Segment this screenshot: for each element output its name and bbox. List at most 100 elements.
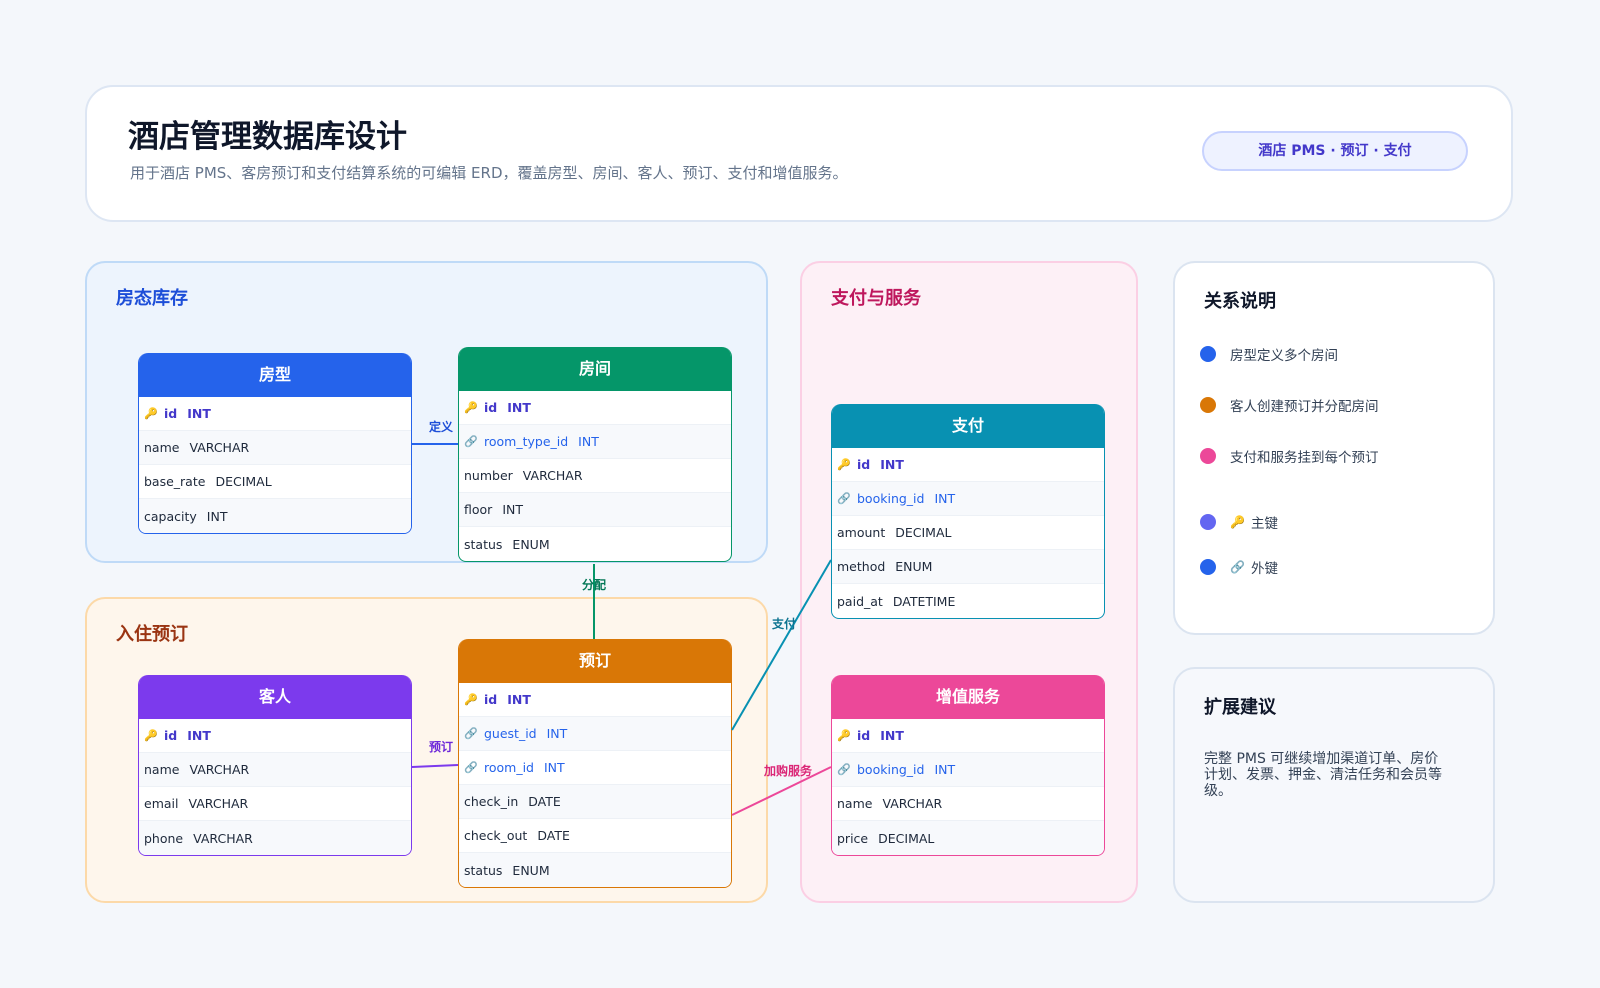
field-type: DATETIME <box>892 593 956 609</box>
field-name: capacity <box>144 508 197 524</box>
key-icon: 🔑 <box>837 729 851 742</box>
field-row: paid_at DATETIME <box>832 584 1104 618</box>
legend-dot <box>1200 448 1216 464</box>
field-row: status ENUM <box>459 527 731 561</box>
field-row: amount DECIMAL <box>832 516 1104 550</box>
field-type: ENUM <box>895 559 933 574</box>
field-name: number <box>464 468 513 483</box>
key-icon: 🔑 <box>1230 515 1245 529</box>
field-row: floor INT <box>459 493 731 527</box>
field-row: base_rate DECIMAL <box>139 465 411 499</box>
link-icon: 🔗 <box>837 763 851 776</box>
group-title-inventory: 房态库存 <box>116 288 188 309</box>
key-icon: 🔑 <box>837 458 851 471</box>
field-type: INT <box>578 434 599 449</box>
field-name: email <box>144 796 179 811</box>
entity-booking[interactable]: 预订 🔑 id INT 🔗 guest_id INT 🔗 room_id INT… <box>458 639 732 888</box>
entity-title-service: 增值服务 <box>832 675 1104 719</box>
field-name: booking_id <box>857 762 925 777</box>
entity-title-room-type: 房型 <box>139 353 411 397</box>
entity-guest[interactable]: 客人 🔑 id INT name VARCHAR email VARCHAR p… <box>138 675 412 856</box>
field-name: base_rate <box>144 474 206 489</box>
field-row: price DECIMAL <box>832 821 1104 855</box>
legend-item: 房型定义多个房间 <box>1200 344 1338 364</box>
field-type: INT <box>206 508 228 524</box>
legend-dot <box>1200 559 1216 575</box>
field-row: phone VARCHAR <box>139 821 411 855</box>
field-row: 🔑 id INT <box>139 397 411 431</box>
field-type: VARCHAR <box>522 468 583 483</box>
field-type: INT <box>880 457 904 472</box>
field-name: booking_id <box>857 491 925 506</box>
field-row: method ENUM <box>832 550 1104 584</box>
field-type: INT <box>546 726 568 741</box>
field-type: DECIMAL <box>895 525 952 540</box>
extension-text: 完整 PMS 可继续增加渠道订单、房价计划、发票、押金、清洁任务和会员等级。 <box>1204 751 1442 799</box>
field-row: 🔗 room_id INT <box>459 751 731 785</box>
entity-title-booking: 预订 <box>459 639 731 683</box>
field-type: VARCHAR <box>882 796 943 811</box>
legend-text: 房型定义多个房间 <box>1230 348 1338 364</box>
extension-panel: 扩展建议 完整 PMS 可继续增加渠道订单、房价计划、发票、押金、清洁任务和会员… <box>1173 667 1495 903</box>
entity-room[interactable]: 房间 🔑 id INT 🔗 room_type_id INT number VA… <box>458 347 732 562</box>
field-name: id <box>164 406 178 421</box>
field-type: INT <box>934 491 956 506</box>
field-name: paid_at <box>837 593 883 609</box>
field-name: floor <box>464 502 493 517</box>
legend-text: 外键 <box>1250 561 1278 577</box>
link-icon: 🔗 <box>464 727 478 740</box>
field-row: 🔗 guest_id INT <box>459 717 731 751</box>
field-type: VARCHAR <box>193 830 253 846</box>
page-title: 酒店管理数据库设计 <box>128 119 407 155</box>
extension-title: 扩展建议 <box>1204 697 1276 718</box>
field-type: INT <box>507 400 531 415</box>
field-row: 🔑 id INT <box>459 683 731 717</box>
entity-room-type[interactable]: 房型 🔑 id INT name VARCHAR base_rate DECIM… <box>138 353 412 534</box>
field-type: ENUM <box>512 536 550 552</box>
field-type: DATE <box>537 828 570 843</box>
field-name: name <box>837 796 873 811</box>
legend-title: 关系说明 <box>1204 291 1276 312</box>
page-subtitle: 用于酒店 PMS、客房预订和支付结算系统的可编辑 ERD，覆盖房型、房间、客人、… <box>130 164 848 182</box>
relation-label-pay: 支付 <box>771 616 796 631</box>
field-type: INT <box>934 762 956 777</box>
legend-text: 支付和服务挂到每个预订 <box>1230 450 1379 466</box>
field-row: email VARCHAR <box>139 787 411 821</box>
group-title-payment: 支付与服务 <box>831 288 921 309</box>
header-card: 酒店管理数据库设计 用于酒店 PMS、客房预订和支付结算系统的可编辑 ERD，覆… <box>85 85 1513 222</box>
field-row: 🔗 booking_id INT <box>832 753 1104 787</box>
legend-dot <box>1200 397 1216 413</box>
relation-label-assign: 分配 <box>582 577 606 592</box>
field-type: INT <box>880 728 904 743</box>
group-title-booking: 入住预订 <box>116 624 188 645</box>
entity-service[interactable]: 增值服务 🔑 id INT 🔗 booking_id INT name VARC… <box>831 675 1105 856</box>
field-row: 🔗 room_type_id INT <box>459 425 731 459</box>
field-row: check_in DATE <box>459 785 731 819</box>
field-name: id <box>857 457 871 472</box>
field-row: 🔑 id INT <box>459 391 731 425</box>
key-icon: 🔑 <box>144 407 158 420</box>
field-type: ENUM <box>512 862 550 878</box>
field-type: INT <box>187 728 211 743</box>
entity-payment[interactable]: 支付 🔑 id INT 🔗 booking_id INT amount DECI… <box>831 404 1105 619</box>
field-row: capacity INT <box>139 499 411 533</box>
link-icon: 🔗 <box>837 492 851 505</box>
key-icon: 🔑 <box>464 693 478 706</box>
legend-item: 支付和服务挂到每个预订 <box>1200 446 1379 466</box>
field-row: number VARCHAR <box>459 459 731 493</box>
legend-panel: 关系说明 房型定义多个房间 客人创建预订并分配房间 支付和服务挂到每个预订 🔑 … <box>1173 261 1495 635</box>
entity-title-room: 房间 <box>459 347 731 391</box>
field-name: method <box>837 559 886 574</box>
legend-dot <box>1200 346 1216 362</box>
field-name: phone <box>144 830 184 846</box>
field-type: VARCHAR <box>188 796 249 811</box>
field-type: VARCHAR <box>189 440 250 455</box>
field-name: id <box>484 692 498 707</box>
link-icon: 🔗 <box>464 435 478 448</box>
field-name: status <box>464 862 503 878</box>
field-name: status <box>464 536 503 552</box>
field-row: 🔑 id INT <box>139 719 411 753</box>
field-name: price <box>837 830 869 846</box>
field-name: room_type_id <box>484 434 569 449</box>
link-icon: 🔗 <box>1230 560 1245 574</box>
